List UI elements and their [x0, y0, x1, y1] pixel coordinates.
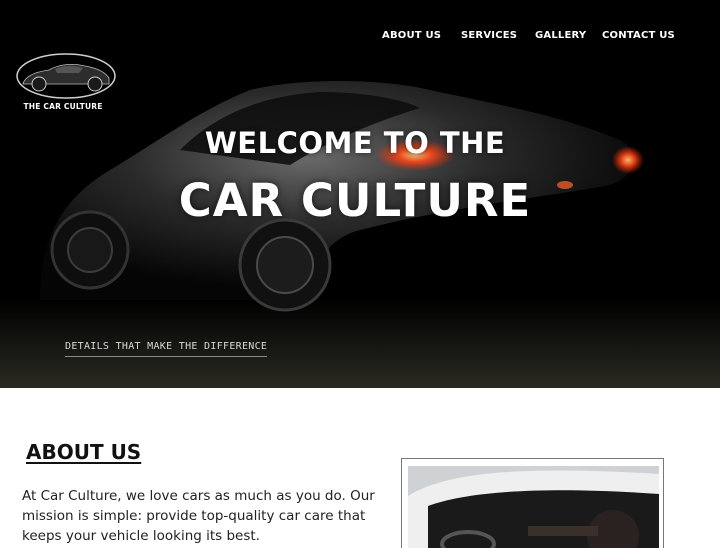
hero-banner: ABOUT US SERVICES GALLERY CONTACT US THE… [0, 0, 720, 388]
about-us-heading: ABOUT US [26, 440, 142, 464]
nav-gallery-link[interactable]: GALLERY [535, 30, 586, 41]
car-logo-icon [16, 53, 116, 99]
nav-services-link[interactable]: SERVICES [461, 30, 517, 41]
site-logo[interactable]: THE CAR CULTURE [15, 52, 117, 116]
hero-tagline: DETAILS THAT MAKE THE DIFFERENCE [65, 341, 268, 357]
nav-contact-us-link[interactable]: CONTACT US [602, 30, 675, 41]
about-us-photo [401, 458, 664, 548]
hero-heading-line2: CAR CULTURE [178, 174, 532, 227]
logo-text: THE CAR CULTURE [23, 102, 103, 111]
hero-heading-line1: WELCOME TO THE [204, 126, 506, 160]
nav-about-us-link[interactable]: ABOUT US [382, 30, 441, 41]
about-us-paragraph: At Car Culture, we love cars as much as … [22, 488, 375, 544]
car-interior-image [408, 466, 659, 548]
